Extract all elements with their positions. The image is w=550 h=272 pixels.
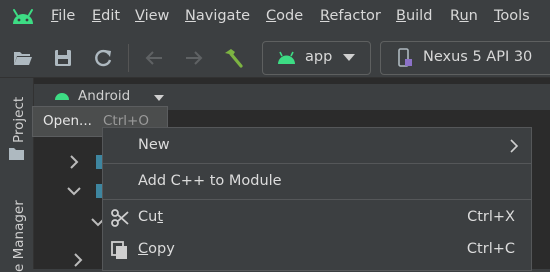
chevron-right-icon[interactable] xyxy=(66,154,82,170)
cut-shortcut: Ctrl+X xyxy=(467,209,515,225)
build-hammer-icon[interactable] xyxy=(222,47,244,69)
back-arrow-icon[interactable] xyxy=(143,47,165,69)
phone-device-icon xyxy=(398,48,412,67)
context-menu-add-cpp[interactable]: Add C++ to Module xyxy=(103,166,531,198)
menu-separator xyxy=(103,199,531,200)
menu-bar: File Edit View Navigate Code Refactor Bu… xyxy=(0,0,550,33)
menu-refactor[interactable]: Refactor xyxy=(320,8,381,24)
project-view-selector[interactable]: Android xyxy=(78,88,130,104)
menu-navigate[interactable]: Navigate xyxy=(185,8,250,24)
context-menu-cut[interactable]: Cut Ctrl+X xyxy=(103,202,531,234)
menu-code[interactable]: Code xyxy=(266,8,303,24)
context-menu-add-cpp-label: Add C++ to Module xyxy=(138,173,282,189)
run-config-label: app xyxy=(305,49,333,65)
copy-icon xyxy=(111,241,127,259)
chevron-right-icon[interactable] xyxy=(70,252,86,268)
menu-edit[interactable]: Edit xyxy=(92,8,120,24)
scissors-icon xyxy=(111,209,129,227)
context-menu-new[interactable]: New xyxy=(103,130,531,162)
chevron-right-icon xyxy=(510,139,519,153)
menu-build[interactable]: Build xyxy=(396,8,432,24)
chevron-down-icon[interactable] xyxy=(154,95,164,101)
menu-file[interactable]: File xyxy=(51,8,75,24)
menu-tools[interactable]: Tools xyxy=(494,8,530,24)
android-icon xyxy=(55,93,69,100)
run-config-dropdown[interactable]: app xyxy=(262,41,371,75)
chevron-down-icon xyxy=(343,54,355,61)
copy-shortcut: Ctrl+C xyxy=(466,241,515,257)
context-menu-copy[interactable]: Copy Ctrl+C xyxy=(103,234,531,266)
toolbar-separator xyxy=(128,44,129,72)
menu-view[interactable]: View xyxy=(135,8,169,24)
menu-run[interactable]: Run xyxy=(450,8,478,24)
chevron-down-icon[interactable] xyxy=(66,183,82,199)
folder-icon xyxy=(9,148,24,160)
context-menu-new-label: New xyxy=(138,137,170,153)
project-tool-tab[interactable]: Project xyxy=(11,97,27,143)
android-studio-logo-icon xyxy=(13,9,33,24)
forward-arrow-icon[interactable] xyxy=(183,47,205,69)
device-label: Nexus 5 API 30 xyxy=(423,49,533,65)
resource-manager-tool-tab[interactable]: e Manager xyxy=(11,200,27,272)
context-menu-copy-label: Copy xyxy=(138,241,175,257)
tooltip-action-label: Open... xyxy=(43,113,92,129)
save-all-icon[interactable] xyxy=(52,47,74,69)
menu-separator xyxy=(103,163,531,164)
sync-icon[interactable] xyxy=(92,47,114,69)
context-menu-cut-label: Cut xyxy=(138,209,164,225)
android-icon xyxy=(278,51,295,64)
open-folder-icon[interactable] xyxy=(12,47,34,69)
device-dropdown[interactable]: Nexus 5 API 30 xyxy=(380,41,550,75)
context-menu: New Add C++ to Module Cut Ctrl+X Copy Ct… xyxy=(102,127,532,271)
